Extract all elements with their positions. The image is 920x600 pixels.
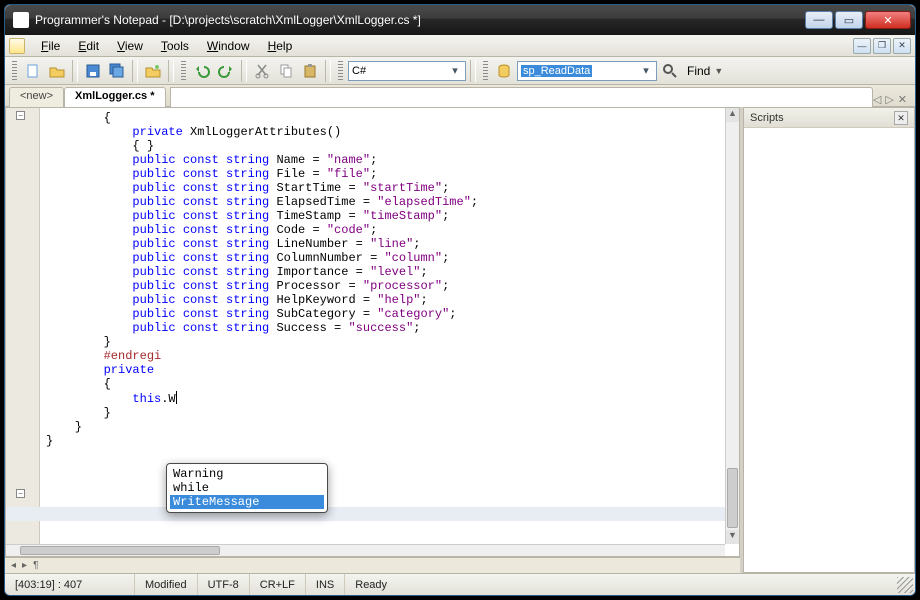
cut-button[interactable] — [251, 60, 273, 82]
window-title: Programmer's Notepad - [D:\projects\scra… — [35, 13, 805, 27]
db-icon[interactable] — [493, 60, 515, 82]
find-combo[interactable]: sp_ReadData ▾ — [517, 61, 657, 81]
toolbar-grip-4[interactable] — [483, 61, 488, 81]
autocomplete-item[interactable]: WriteMessage — [170, 495, 324, 509]
autocomplete-item[interactable]: Warning — [170, 467, 324, 481]
code-editor[interactable]: − − { private XmlLoggerAttributes() { } … — [5, 107, 740, 557]
whitespace-left-icon[interactable]: ◂ — [11, 560, 16, 571]
status-modified: Modified — [135, 574, 198, 595]
titlebar[interactable]: Programmer's Notepad - [D:\projects\scra… — [5, 5, 915, 35]
save-button[interactable] — [82, 60, 104, 82]
open-file-button[interactable] — [46, 60, 68, 82]
minimize-button[interactable]: — — [805, 11, 833, 29]
tab-next-button[interactable]: ▷ — [885, 93, 893, 106]
code-area[interactable]: { private XmlLoggerAttributes() { } publ… — [40, 108, 725, 544]
new-file-button[interactable] — [22, 60, 44, 82]
tab-close-button[interactable]: ✕ — [898, 93, 907, 106]
scripts-panel-header[interactable]: Scripts ✕ — [744, 108, 914, 128]
toolbar: C# ▾ sp_ReadData ▾ Find ▼ — [5, 57, 915, 85]
maximize-button[interactable]: ▭ — [835, 11, 863, 29]
find-dropdown-icon[interactable]: ▼ — [714, 66, 723, 76]
chevron-down-icon: ▾ — [639, 64, 653, 77]
find-button-icon[interactable] — [659, 60, 681, 82]
status-insert-mode: INS — [306, 574, 345, 595]
copy-button[interactable] — [275, 60, 297, 82]
doc-icon — [9, 38, 25, 54]
undo-button[interactable] — [191, 60, 213, 82]
editor-footer-icons: ◂ ▸ ¶ — [5, 557, 740, 573]
close-button[interactable]: ✕ — [865, 11, 911, 29]
vertical-scrollbar[interactable]: ▲ ▼ — [725, 108, 739, 544]
tab-prev-button[interactable]: ◁ — [873, 93, 881, 106]
vscroll-thumb[interactable] — [727, 468, 738, 528]
tab-xmllogger[interactable]: XmlLogger.cs * — [64, 87, 165, 107]
app-window: Programmer's Notepad - [D:\projects\scra… — [4, 4, 916, 596]
fold-toggle[interactable]: − — [16, 489, 25, 498]
scripts-panel: Scripts ✕ — [743, 107, 915, 573]
menu-help[interactable]: Help — [260, 37, 301, 55]
autocomplete-item[interactable]: while — [170, 481, 324, 495]
status-encoding: UTF-8 — [198, 574, 250, 595]
panel-close-button[interactable]: ✕ — [894, 111, 908, 125]
chevron-down-icon: ▾ — [448, 64, 462, 77]
pilcrow-icon[interactable]: ¶ — [33, 560, 38, 571]
save-all-button[interactable] — [106, 60, 128, 82]
menu-window[interactable]: Window — [199, 37, 258, 55]
menu-edit[interactable]: Edit — [70, 37, 107, 55]
toolbar-grip[interactable] — [12, 61, 17, 81]
scripts-panel-title: Scripts — [750, 112, 784, 124]
scroll-down-button[interactable]: ▼ — [726, 530, 739, 544]
status-ready: Ready — [345, 574, 897, 595]
redo-button[interactable] — [215, 60, 237, 82]
autocomplete-popup[interactable]: WarningwhileWriteMessage — [166, 463, 328, 513]
gutter[interactable]: − − — [6, 108, 40, 544]
horizontal-scrollbar[interactable] — [6, 544, 725, 556]
toolbar-grip-2[interactable] — [181, 61, 186, 81]
fold-toggle[interactable]: − — [16, 111, 25, 120]
mdi-close-button[interactable]: ✕ — [893, 38, 911, 54]
tab-new[interactable]: <new> — [9, 87, 64, 107]
toolbar-grip-3[interactable] — [338, 61, 343, 81]
document-tabs: <new> XmlLogger.cs * ◁ ▷ ✕ — [5, 85, 915, 107]
mdi-minimize-button[interactable]: — — [853, 38, 871, 54]
menu-file[interactable]: File — [33, 37, 68, 55]
scripts-panel-body — [744, 128, 914, 572]
status-lineend: CR+LF — [250, 574, 306, 595]
hscroll-thumb[interactable] — [20, 546, 220, 555]
app-icon — [13, 12, 29, 28]
paste-button[interactable] — [299, 60, 321, 82]
status-bar: [403:19] : 407 Modified UTF-8 CR+LF INS … — [5, 573, 915, 595]
mdi-restore-button[interactable]: ❐ — [873, 38, 891, 54]
tab-strip-filler — [170, 87, 873, 107]
scroll-up-button[interactable]: ▲ — [726, 108, 739, 122]
find-combo-value: sp_ReadData — [521, 65, 592, 77]
whitespace-right-icon[interactable]: ▸ — [22, 560, 27, 571]
open-project-button[interactable] — [142, 60, 164, 82]
menu-tools[interactable]: Tools — [153, 37, 197, 55]
menubar: FileEditViewToolsWindowHelp — ❐ ✕ — [5, 35, 915, 57]
language-combo[interactable]: C# ▾ — [348, 61, 466, 81]
language-combo-value: C# — [352, 65, 366, 77]
status-position: [403:19] : 407 — [5, 574, 135, 595]
resize-grip[interactable] — [897, 577, 913, 593]
find-label[interactable]: Find — [687, 64, 710, 78]
menu-view[interactable]: View — [109, 37, 151, 55]
